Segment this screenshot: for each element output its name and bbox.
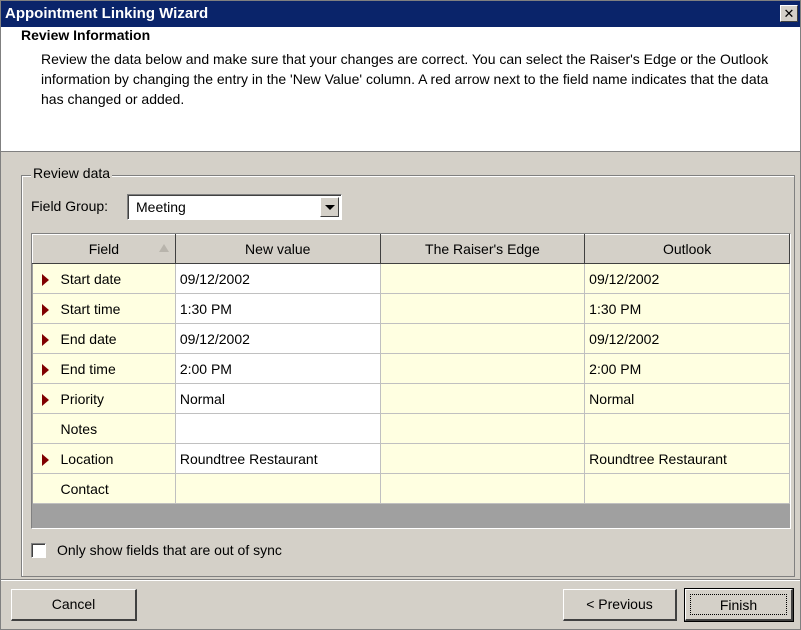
raisers-edge-cell (380, 443, 586, 474)
raisers-edge-cell (380, 293, 586, 324)
table-row[interactable]: Priority Normal Normal (32, 383, 790, 414)
chevron-down-icon (325, 205, 335, 210)
raisers-edge-cell (380, 353, 586, 384)
outlook-cell: 09/12/2002 (584, 323, 790, 354)
close-button[interactable]: ✕ (780, 5, 798, 22)
wizard-window: Appointment Linking Wizard ✕ Review Info… (0, 0, 801, 630)
new-value-cell[interactable] (175, 473, 381, 504)
bottom-divider (1, 579, 800, 581)
finish-button[interactable]: Finish (684, 588, 794, 622)
table-header-row: Field New value The Raiser's Edge Outloo… (32, 234, 790, 264)
field-cell: Contact (32, 473, 176, 504)
changed-arrow-icon (41, 364, 49, 376)
raisers-edge-cell (380, 383, 586, 414)
column-header-new-value[interactable]: New value (174, 234, 381, 264)
review-data-label: Review data (31, 165, 113, 181)
column-header-outlook[interactable]: Outlook (584, 234, 790, 264)
review-data-grid[interactable]: Field New value The Raiser's Edge Outloo… (31, 233, 791, 529)
table-row[interactable]: Start time 1:30 PM 1:30 PM (32, 293, 790, 324)
new-value-cell[interactable]: 1:30 PM (175, 293, 381, 324)
new-value-cell[interactable]: 09/12/2002 (175, 323, 381, 354)
field-cell: Start time (32, 293, 176, 324)
new-value-cell[interactable]: 09/12/2002 (175, 263, 381, 294)
outlook-cell (584, 473, 790, 504)
out-of-sync-checkbox[interactable] (31, 543, 46, 558)
field-cell: Notes (32, 413, 176, 444)
field-cell: End time (32, 353, 176, 384)
field-group-label: Field Group: (31, 198, 109, 214)
header-title: Review Information (21, 27, 151, 43)
header-panel: Review Information Review the data below… (1, 27, 800, 152)
outlook-cell: 2:00 PM (584, 353, 790, 384)
out-of-sync-label[interactable]: Only show fields that are out of sync (57, 542, 282, 558)
raisers-edge-cell (380, 413, 586, 444)
column-header-field[interactable]: Field (32, 234, 176, 264)
table-row[interactable]: End time 2:00 PM 2:00 PM (32, 353, 790, 384)
raisers-edge-cell (380, 263, 586, 294)
previous-button[interactable]: < Previous (563, 589, 677, 621)
new-value-cell[interactable]: Roundtree Restaurant (175, 443, 381, 474)
column-header-raisers-edge[interactable]: The Raiser's Edge (379, 234, 586, 264)
table-row[interactable]: Notes (32, 413, 790, 444)
close-icon: ✕ (783, 6, 795, 21)
header-description: Review the data below and make sure that… (41, 51, 769, 107)
table-row[interactable]: End date 09/12/2002 09/12/2002 (32, 323, 790, 354)
table-row[interactable]: Location Roundtree Restaurant Roundtree … (32, 443, 790, 474)
table-row[interactable]: Contact (32, 473, 790, 504)
raisers-edge-cell (380, 473, 586, 504)
field-group-value: Meeting (136, 199, 186, 215)
changed-arrow-icon (41, 304, 49, 316)
outlook-cell: Roundtree Restaurant (584, 443, 790, 474)
finish-button-label: Finish (690, 594, 787, 615)
review-table: Field New value The Raiser's Edge Outloo… (32, 234, 790, 504)
field-cell: Location (32, 443, 176, 474)
field-cell: End date (32, 323, 176, 354)
new-value-cell[interactable]: 2:00 PM (175, 353, 381, 384)
changed-arrow-icon (41, 274, 49, 286)
changed-arrow-icon (41, 454, 49, 466)
title-bar[interactable]: Appointment Linking Wizard ✕ (1, 1, 800, 27)
field-cell: Start date (32, 263, 176, 294)
dropdown-button[interactable] (320, 197, 339, 217)
outlook-cell: 1:30 PM (584, 293, 790, 324)
raisers-edge-cell (380, 323, 586, 354)
field-cell: Priority (32, 383, 176, 414)
outlook-cell: 09/12/2002 (584, 263, 790, 294)
cancel-button[interactable]: Cancel (11, 589, 137, 621)
window-title: Appointment Linking Wizard (5, 5, 209, 22)
field-group-dropdown[interactable]: Meeting (127, 194, 342, 220)
changed-arrow-icon (41, 394, 49, 406)
new-value-cell[interactable] (175, 413, 381, 444)
outlook-cell: Normal (584, 383, 790, 414)
new-value-cell[interactable]: Normal (175, 383, 381, 414)
changed-arrow-icon (41, 334, 49, 346)
sort-ascending-icon (158, 244, 169, 252)
table-row[interactable]: Start date 09/12/2002 09/12/2002 (32, 263, 790, 294)
outlook-cell (584, 413, 790, 444)
